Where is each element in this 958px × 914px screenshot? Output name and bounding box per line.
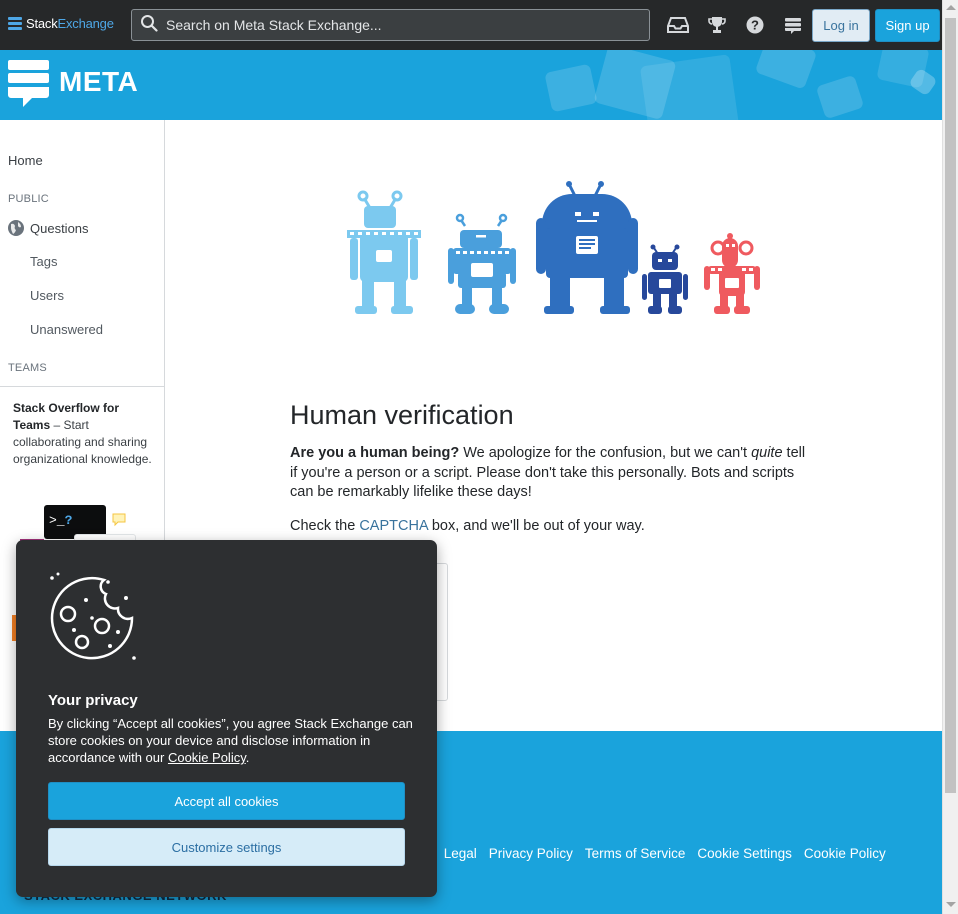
sidebar-section-public: PUBLIC (8, 193, 49, 205)
captcha-instruction: Check the CAPTCHA box, and we'll be out … (290, 518, 645, 534)
cookie-dialog-title: Your privacy (48, 692, 138, 709)
logo-word-exchange: Exchange (57, 16, 114, 31)
banner-decoration (544, 63, 598, 113)
stack-exchange-logo[interactable]: Stack Exchange (8, 16, 114, 31)
meta-site-name[interactable]: META (59, 66, 138, 98)
cookie-consent-dialog: Your privacy By clicking “Accept all coo… (16, 540, 437, 897)
search-icon (140, 14, 158, 37)
verification-emphasis: quite (751, 445, 783, 461)
teams-promo-text: Stack Overflow for Teams – Start collabo… (13, 400, 153, 468)
stack-exchange-logo-icon (8, 17, 22, 30)
footer-link-privacy-policy[interactable]: Privacy Policy (489, 846, 573, 861)
page-scrollbar[interactable] (942, 0, 958, 914)
robot-red (704, 233, 760, 314)
sidebar-item-questions[interactable]: Questions (30, 221, 89, 236)
accept-all-cookies-button[interactable]: Accept all cookies (48, 782, 405, 820)
inbox-icon[interactable] (667, 14, 689, 36)
search-input[interactable] (166, 17, 636, 33)
scroll-down-arrow-icon[interactable] (946, 902, 956, 907)
robot-mid-blue (448, 213, 516, 314)
footer-links: s Legal Privacy Policy Terms of Service … (425, 846, 886, 861)
page-title: Human verification (290, 400, 514, 430)
meta-logo-icon[interactable] (8, 60, 50, 117)
captcha-instruction-post: box, and we'll be out of your way. (427, 518, 645, 534)
sidebar-section-teams: TEAMS (8, 362, 47, 374)
signup-button[interactable]: Sign up (875, 9, 940, 42)
captcha-link[interactable]: CAPTCHA (359, 518, 428, 534)
verification-lead: Are you a human being? (290, 445, 460, 461)
cookie-policy-link[interactable]: Cookie Policy (168, 750, 246, 765)
logo-word-stack: Stack (26, 16, 58, 31)
cookie-dialog-text: By clicking “Accept all cookies”, you ag… (48, 715, 418, 766)
cookie-icon (44, 570, 140, 671)
customize-settings-button[interactable]: Customize settings (48, 828, 405, 866)
sidebar-item-unanswered[interactable]: Unanswered (30, 322, 103, 337)
help-icon[interactable]: ? (744, 14, 766, 36)
footer-link-terms-of-service[interactable]: Terms of Service (585, 846, 686, 861)
footer-link-cookie-policy[interactable]: Cookie Policy (804, 846, 886, 861)
top-bar: Stack Exchange ? Log in Sign up (0, 0, 942, 50)
sidebar-item-home[interactable]: Home (8, 153, 43, 168)
teams-illustration-prompt: >_ (49, 513, 65, 528)
banner-decoration (754, 50, 818, 90)
robots-illustration (340, 178, 765, 323)
teams-illustration-question: ? (64, 513, 73, 528)
robot-navy (642, 244, 688, 314)
login-button[interactable]: Log in (812, 9, 870, 42)
captcha-instruction-pre: Check the (290, 518, 360, 534)
sidebar-item-users[interactable]: Users (30, 288, 64, 303)
banner-decoration (815, 74, 865, 120)
verification-text-1: We apologize for the confusion, but we c… (459, 445, 752, 461)
cookie-text-post: . (245, 750, 250, 765)
search-box[interactable] (131, 9, 650, 41)
footer-link-cookie-settings[interactable]: Cookie Settings (697, 846, 792, 861)
robot-dark-blue (536, 181, 638, 314)
footer-link-legal[interactable]: Legal (444, 846, 477, 861)
robot-light-blue (347, 190, 421, 314)
scroll-up-arrow-icon[interactable] (946, 5, 956, 10)
svg-text:?: ? (751, 18, 759, 33)
scrollbar-thumb[interactable] (945, 18, 956, 793)
globe-icon (8, 220, 24, 241)
sidebar-item-tags[interactable]: Tags (30, 254, 57, 269)
site-switcher-icon[interactable] (782, 14, 804, 36)
banner-decoration (639, 54, 741, 120)
achievements-icon[interactable] (706, 14, 728, 36)
chat-bubble-icon (112, 513, 126, 532)
meta-banner: META (0, 50, 942, 120)
verification-message: Are you a human being? We apologize for … (290, 444, 810, 503)
